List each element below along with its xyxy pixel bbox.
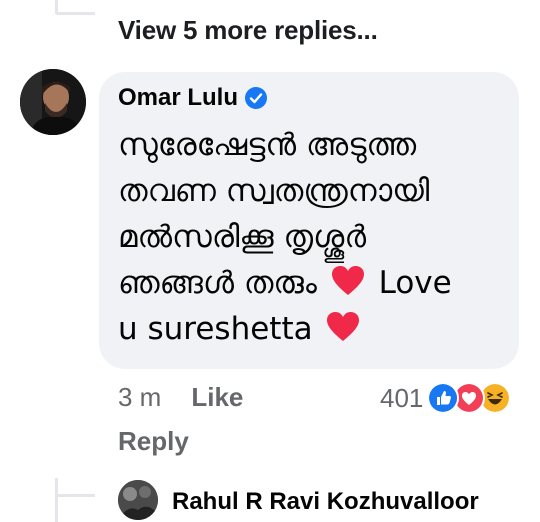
like-button[interactable]: Like <box>191 382 243 413</box>
reaction-summary[interactable]: 401 <box>380 380 512 416</box>
profile-photo-icon <box>118 480 158 520</box>
profile-photo-icon <box>20 69 86 135</box>
comment-line: മൽസരിക്കൂ തൃശ്ശൂർ <box>118 219 367 255</box>
comment-line-text: ഞങ്ങൾ തരും <box>118 265 317 301</box>
comment-line-text: Love <box>378 265 452 301</box>
comment-author[interactable]: Omar Lulu <box>118 84 268 112</box>
heart-icon <box>331 266 364 295</box>
thread-line <box>55 478 58 522</box>
commenter-avatar[interactable] <box>20 69 86 135</box>
thread-line-branch <box>55 494 95 497</box>
comment-line: ഞങ്ങൾ തരും Love <box>118 260 513 306</box>
thread-line-branch <box>55 12 95 15</box>
next-commenter-avatar[interactable] <box>118 480 158 520</box>
author-name[interactable]: Omar Lulu <box>118 84 238 112</box>
next-comment-author[interactable]: Rahul R Ravi Kozhuvalloor <box>172 488 479 516</box>
reply-button[interactable]: Reply <box>118 426 189 457</box>
comment-timestamp[interactable]: 3 m <box>118 382 161 413</box>
view-more-replies-link[interactable]: View 5 more replies... <box>118 15 378 46</box>
comment-line: തവണ സ്വതന്ത്രനായി <box>118 173 430 209</box>
comment-text: സുരേഷേട്ടൻ അടുത്ത തവണ സ്വതന്ത്രനായി മൽസര… <box>118 122 513 352</box>
reaction-count: 401 <box>380 382 424 413</box>
like-reaction-icon <box>427 382 460 414</box>
comment-line: സുരേഷേട്ടൻ അടുത്ത <box>118 127 417 163</box>
comment-line-text: u sureshetta <box>118 311 313 347</box>
heart-icon <box>327 312 360 341</box>
comment-actions: 3 m Like <box>118 382 243 413</box>
verified-badge-icon <box>245 87 268 109</box>
comment-line: u sureshetta <box>118 306 513 352</box>
